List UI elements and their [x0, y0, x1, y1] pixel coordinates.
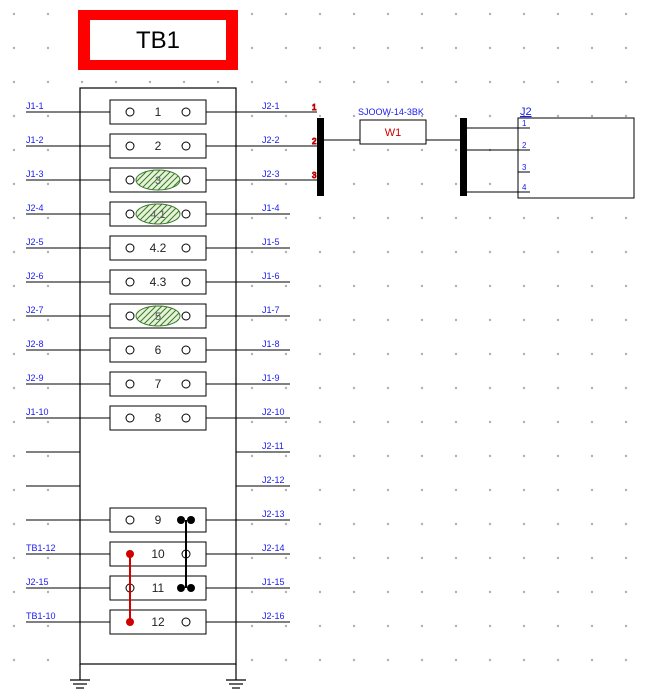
pin-label-right: J2-12 [262, 475, 285, 485]
bundle-bar-left [317, 118, 324, 196]
bundle-bar-right [460, 118, 467, 196]
terminal-hole [182, 210, 190, 218]
terminal-hole [182, 380, 190, 388]
connector-name: J2 [520, 106, 532, 118]
terminal-hole [182, 244, 190, 252]
pin-label-left: J2-4 [26, 203, 44, 213]
row-label: 1 [155, 105, 162, 119]
terminal-hole [126, 142, 134, 150]
pin-label-right: J2-10 [262, 407, 285, 417]
j2-pin-num: 4 [522, 183, 527, 192]
trunk-wires: 1 2 3 [290, 103, 317, 180]
schematic-canvas: TB1 J1-1J2-11J1-2J2-22J1-3J2-33J2-4J1-44… [0, 0, 651, 691]
cable-type-label: SJOOW-14-3BK [358, 107, 424, 117]
row-label: 4.3 [150, 275, 167, 289]
terminal-hole [182, 142, 190, 150]
pin-label-right: J1-9 [262, 373, 280, 383]
cable-w1: SJOOW-14-3BK W1 [324, 107, 460, 144]
earth-icon-right [226, 664, 246, 688]
pin-label-left: TB1-12 [26, 543, 56, 553]
row-label: 4.2 [150, 241, 167, 255]
row-label: 2 [155, 139, 162, 153]
terminal-hole [126, 516, 134, 524]
terminal-hole [126, 176, 134, 184]
terminal-hole [182, 312, 190, 320]
pin-label-right: J2-13 [262, 509, 285, 519]
row-label: 4.1 [150, 209, 165, 221]
terminal-hole [126, 346, 134, 354]
terminal-hole [187, 584, 195, 592]
terminal-hole [187, 516, 195, 524]
terminal-hole [126, 414, 134, 422]
row-label: 12 [151, 615, 165, 629]
terminal-hole [177, 516, 185, 524]
earth-icon-left [70, 664, 90, 688]
j2-pin-num: 2 [522, 141, 527, 150]
pin-label-left: J2-6 [26, 271, 44, 281]
terminal-hole [126, 380, 134, 388]
pin-label-left: J2-7 [26, 305, 44, 315]
terminal-hole [182, 108, 190, 116]
pin-label-right: J2-3 [262, 169, 280, 179]
pin-label-right: J2-14 [262, 543, 285, 553]
bundle-pin-num: 2 [312, 137, 317, 146]
terminal-hole [182, 176, 190, 184]
pin-label-left: TB1-10 [26, 611, 56, 621]
pin-label-left: J2-9 [26, 373, 44, 383]
row-label: 10 [151, 547, 165, 561]
terminal-hole [126, 210, 134, 218]
terminal-hole [126, 108, 134, 116]
pin-label-right: J2-11 [262, 441, 284, 451]
row-label: 6 [155, 343, 162, 357]
pin-label-right: J2-16 [262, 611, 285, 621]
bundle-pin-num: 1 [312, 103, 317, 112]
row-label: 11 [152, 581, 165, 595]
pin-label-right: J1-15 [262, 577, 285, 587]
terminal-hole [182, 414, 190, 422]
row-label: 3 [155, 175, 161, 187]
terminal-hole [177, 584, 185, 592]
j2-pin-num: 3 [522, 163, 527, 172]
bundle-pin-num: 3 [312, 171, 317, 180]
pin-label-left: J1-3 [26, 169, 44, 179]
pin-label-left: J2-5 [26, 237, 44, 247]
pin-label-right: J2-2 [262, 135, 280, 145]
row-label: 5 [155, 311, 161, 323]
pin-label-right: J2-1 [262, 101, 280, 111]
terminal-hole [182, 278, 190, 286]
terminal-hole [126, 244, 134, 252]
row-label: 7 [155, 377, 162, 391]
pin-label-right: J1-8 [262, 339, 280, 349]
pin-label-right: J1-5 [262, 237, 280, 247]
terminal-hole [182, 618, 190, 626]
row-label: 8 [155, 411, 162, 425]
j2-pin-num: 1 [522, 119, 527, 128]
terminal-hole [126, 278, 134, 286]
tb1-title-text: TB1 [136, 27, 180, 54]
pin-label-left: J1-1 [26, 101, 44, 111]
pin-label-left: J1-10 [26, 407, 49, 417]
row-label: 9 [155, 513, 162, 527]
connector-wires [467, 128, 518, 192]
pin-label-right: J1-6 [262, 271, 280, 281]
terminal-hole [182, 346, 190, 354]
cable-name: W1 [385, 127, 402, 139]
terminal-hole [126, 312, 134, 320]
pin-label-left: J1-2 [26, 135, 44, 145]
tb1-title-box: TB1 [78, 10, 238, 70]
connector-j2: J2 1 2 3 4 [518, 106, 634, 198]
pin-label-left: J2-8 [26, 339, 44, 349]
pin-label-right: J1-4 [262, 203, 280, 213]
pin-label-left: J2-15 [26, 577, 49, 587]
pin-label-right: J1-7 [262, 305, 280, 315]
